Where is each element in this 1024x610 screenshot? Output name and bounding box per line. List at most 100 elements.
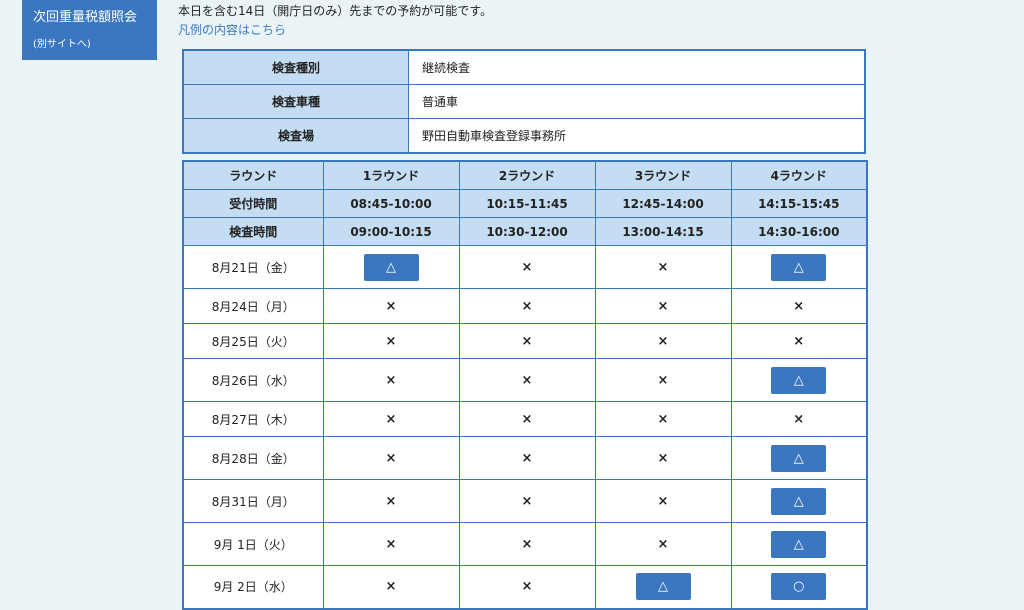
slot-cell: × <box>594 288 732 324</box>
schedule-row: 8月31日（月） × × × △ <box>182 479 868 523</box>
slot-unavailable-mark: × <box>521 411 533 427</box>
inspection-time: 14:30-16:00 <box>730 217 868 246</box>
slot-cell: × <box>594 358 732 402</box>
slot-cell: × <box>730 323 868 359</box>
slot-unavailable-mark: × <box>657 298 669 314</box>
weight-tax-lookup-button[interactable]: 次回重量税額照会 (別サイトへ) <box>22 0 157 60</box>
slot-unavailable-mark: × <box>521 372 533 388</box>
schedule-row: 8月24日（月） × × × × <box>182 288 868 324</box>
slot-cell: × <box>322 358 460 402</box>
reception-time: 10:15-11:45 <box>458 189 596 218</box>
slot-unavailable-mark: × <box>657 411 669 427</box>
slot-limited-button[interactable]: △ <box>771 530 827 558</box>
slot-cell: △ <box>594 565 732 609</box>
info-value: 継続検査 <box>408 49 866 85</box>
schedule-date: 8月31日（月） <box>182 479 324 523</box>
schedule-date: 8月21日（金） <box>182 245 324 289</box>
reception-label: 受付時間 <box>182 189 324 218</box>
schedule-row: 8月25日（火） × × × × <box>182 323 868 359</box>
slot-unavailable-mark: × <box>793 298 805 314</box>
info-label: 検査種別 <box>182 49 409 85</box>
slot-unavailable-mark: × <box>385 411 397 427</box>
slot-cell: × <box>458 245 596 289</box>
slot-unavailable-mark: × <box>521 450 533 466</box>
slot-unavailable-mark: × <box>521 333 533 349</box>
slot-cell: × <box>458 323 596 359</box>
slot-limited-button[interactable]: △ <box>771 366 827 394</box>
reception-time: 12:45-14:00 <box>594 189 732 218</box>
slot-unavailable-mark: × <box>521 579 533 595</box>
slot-cell: × <box>730 288 868 324</box>
slot-cell: △ <box>730 436 868 480</box>
slot-cell: △ <box>730 245 868 289</box>
slot-limited-button[interactable]: △ <box>363 253 419 281</box>
slot-limited-button[interactable]: △ <box>771 253 827 281</box>
inspection-time: 13:00-14:15 <box>594 217 732 246</box>
schedule-row: 8月27日（木） × × × × <box>182 401 868 437</box>
slot-unavailable-mark: × <box>521 536 533 552</box>
schedule-row: 8月21日（金） △ × × △ <box>182 245 868 289</box>
slot-cell: × <box>458 401 596 437</box>
info-label: 検査車種 <box>182 84 409 119</box>
schedule-date: 8月27日（木） <box>182 401 324 437</box>
slot-cell: △ <box>730 479 868 523</box>
slot-unavailable-mark: × <box>385 333 397 349</box>
info-label: 検査場 <box>182 118 409 154</box>
slot-available-button[interactable]: ○ <box>771 573 827 601</box>
slot-cell: △ <box>730 522 868 566</box>
slot-cell: × <box>594 522 732 566</box>
slot-cell: × <box>322 479 460 523</box>
slot-unavailable-mark: × <box>657 536 669 552</box>
schedule-body: 8月21日（金） △ × × △ 8月24日（月） × × × × 8月25日（火） × × × × 8月26… <box>182 245 868 609</box>
slot-cell: × <box>322 401 460 437</box>
slot-cell: × <box>322 323 460 359</box>
round-4-header: 4ラウンド <box>730 160 868 190</box>
schedule-date: 9月 2日（水） <box>182 565 324 609</box>
slot-cell: × <box>458 479 596 523</box>
slot-unavailable-mark: × <box>521 493 533 509</box>
slot-cell: × <box>458 565 596 609</box>
slot-cell: × <box>322 565 460 609</box>
reservation-notice: 本日を含む14日（開庁日のみ）先までの予約が可能です。 <box>178 4 493 18</box>
slot-cell: × <box>594 401 732 437</box>
round-label: ラウンド <box>182 160 324 190</box>
slot-unavailable-mark: × <box>793 411 805 427</box>
inspection-label: 検査時間 <box>182 217 324 246</box>
reception-time: 08:45-10:00 <box>322 189 460 218</box>
legend-link[interactable]: 凡例の内容はこちら <box>178 21 286 38</box>
slot-cell: × <box>322 522 460 566</box>
inspection-info-table: 検査種別 継続検査 検査車種 普通車 検査場 野田自動車検査登録事務所 <box>182 49 866 154</box>
slot-cell: × <box>730 401 868 437</box>
round-2-header: 2ラウンド <box>458 160 596 190</box>
slot-cell: × <box>594 245 732 289</box>
schedule-date: 8月24日（月） <box>182 288 324 324</box>
slot-cell: × <box>458 288 596 324</box>
slot-cell: × <box>594 323 732 359</box>
info-value: 普通車 <box>408 84 866 119</box>
inspection-time: 10:30-12:00 <box>458 217 596 246</box>
slot-unavailable-mark: × <box>521 298 533 314</box>
info-row: 検査車種 普通車 <box>182 84 866 119</box>
round-3-header: 3ラウンド <box>594 160 732 190</box>
slot-cell: × <box>458 436 596 480</box>
slot-limited-button[interactable]: △ <box>771 487 827 515</box>
slot-cell: × <box>322 288 460 324</box>
schedule-date: 8月25日（火） <box>182 323 324 359</box>
info-row: 検査種別 継続検査 <box>182 49 866 85</box>
slot-limited-button[interactable]: △ <box>635 573 691 601</box>
slot-unavailable-mark: × <box>385 493 397 509</box>
schedule-date: 8月26日（水） <box>182 358 324 402</box>
slot-unavailable-mark: × <box>657 450 669 466</box>
weight-tax-lookup-title: 次回重量税額照会 <box>33 10 138 25</box>
reception-time: 14:15-15:45 <box>730 189 868 218</box>
inspection-time-row: 検査時間 09:00-10:15 10:30-12:00 13:00-14:15… <box>182 217 868 246</box>
slot-unavailable-mark: × <box>793 333 805 349</box>
schedule-row: 8月28日（金） × × × △ <box>182 436 868 480</box>
schedule-row: 9月 2日（水） × × △ ○ <box>182 565 868 609</box>
slot-unavailable-mark: × <box>657 493 669 509</box>
slot-unavailable-mark: × <box>657 259 669 275</box>
slot-limited-button[interactable]: △ <box>771 444 827 472</box>
slot-unavailable-mark: × <box>385 579 397 595</box>
slot-cell: △ <box>730 358 868 402</box>
external-site-note: (別サイトへ) <box>33 39 91 50</box>
